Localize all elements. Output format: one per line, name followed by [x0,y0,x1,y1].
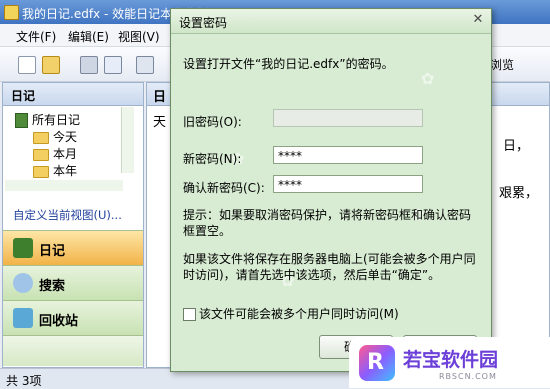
entry-snippet: 艰累， [499,186,539,201]
tree-root-label: 所有日记 [32,113,81,127]
navigation-pane: 日记 所有日记 今天 本月 本年 自定义当前视图(U)... 日记 搜索 回收站 [2,82,144,368]
tree-item-label: 本年 [53,164,78,178]
browse-button[interactable]: 浏览 [490,56,514,73]
menu-file[interactable]: 文件(F) [16,28,56,45]
folder-icon [33,148,49,161]
watermark-logo-letter: R [367,350,384,375]
dialog-title: 设置密码 [179,16,228,30]
nav-button-search[interactable]: 搜索 [3,265,143,300]
magnifier-icon [13,273,33,293]
print-icon[interactable] [80,56,98,74]
menu-edit[interactable]: 编辑(E) [68,28,109,45]
dialog-instruction: 设置打开文件“我的日记.edfx”的密码。 [183,57,394,71]
nav-button-configure[interactable] [3,335,143,366]
tree-vertical-scrollbar[interactable] [121,107,134,173]
diary-book-icon [15,113,28,128]
paw-decoration-icon: ✿ [421,69,435,88]
customize-view-link[interactable]: 自定义当前视图(U)... [13,207,122,223]
tree-item-this-month[interactable]: 本月 [33,145,77,162]
confirm-password-field[interactable]: **** [273,175,423,193]
app-icon [4,5,19,20]
navigation-pane-title: 日记 [11,89,36,103]
diary-icon [13,238,33,258]
nav-button-label: 日记 [39,244,66,259]
old-password-label: 旧密码(O): [183,115,242,129]
watermark-url: RBSCN.COM [439,372,497,381]
tree-item-label: 本月 [53,147,78,161]
old-password-field[interactable] [273,109,423,127]
tree-item-label: 今天 [53,130,78,144]
nav-button-diary[interactable]: 日记 [3,230,143,265]
shared-access-checkbox-label[interactable]: 该文件可能会被多个用户同时访问(M) [199,305,399,322]
new-file-icon[interactable] [18,56,36,74]
tree-horizontal-scrollbar[interactable] [5,180,123,191]
tree-item-this-year[interactable]: 本年 [33,162,77,179]
diary-list-title: 日 [153,90,167,105]
new-password-field[interactable]: **** [273,146,423,164]
watermark: R 若宝软件园 RBSCN.COM [349,337,550,388]
tree-item-today[interactable]: 今天 [33,128,77,145]
status-item-count: 共 3项 [6,374,42,388]
watermark-name: 若宝软件园 [403,349,499,371]
navigation-pane-header: 日记 [3,83,143,106]
column-header-fragment: 天 [153,115,167,130]
new-password-label: 新密码(N): [183,152,242,166]
shared-access-note: 如果该文件将保存在服务器电脑上(可能会被多个用户同时访问)，请首先选中该选项，然… [183,252,476,282]
recycle-bin-icon [13,308,33,328]
menu-view[interactable]: 视图(V) [118,28,160,45]
nav-button-label: 搜索 [39,279,66,294]
entry-snippet: 日， [503,139,530,154]
folder-icon [33,165,49,178]
shared-access-checkbox[interactable] [183,308,196,321]
confirm-password-label: 确认新密码(C): [183,181,265,195]
nav-button-label: 回收站 [39,314,79,329]
close-icon[interactable]: ✕ [471,13,485,27]
cut-icon[interactable] [136,56,154,74]
set-password-dialog: ✿ ✿ ✿ ✿ ✿ 设置密码 ✕ 设置打开文件“我的日记.edfx”的密码。 旧… [170,8,492,372]
tree-root-all-diaries[interactable]: 所有日记 [15,111,80,128]
print-preview-icon[interactable] [104,56,122,74]
nav-button-recycle-bin[interactable]: 回收站 [3,300,143,335]
password-hint: 提示：如果要取消密码保护，请将新密码框和确认密码框置空。 [183,208,472,238]
folder-icon [33,131,49,144]
dialog-titlebar: 设置密码 ✕ [171,9,491,34]
watermark-logo: R [359,345,395,381]
open-folder-icon[interactable] [42,56,60,74]
